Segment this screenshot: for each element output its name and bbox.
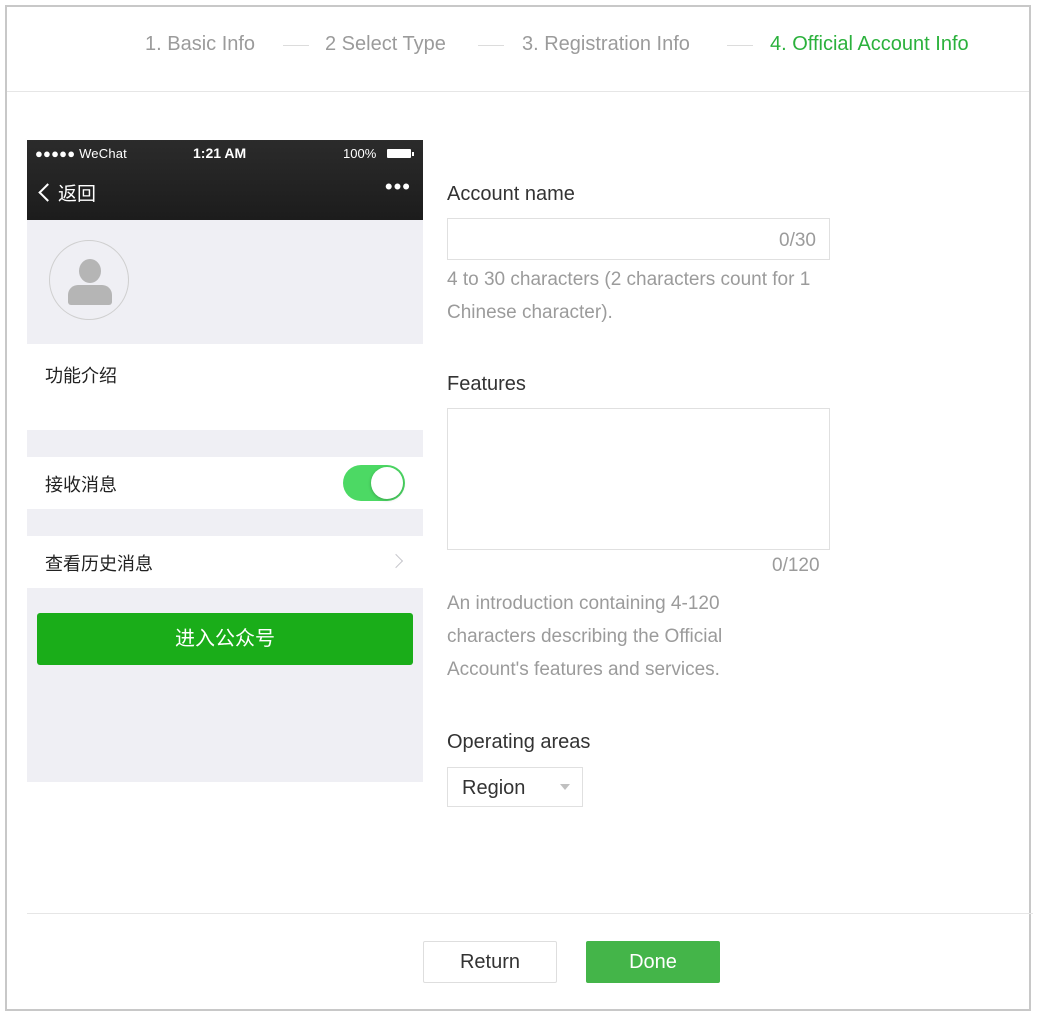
account-name-input[interactable]: 0/30 <box>447 218 830 260</box>
caret-down-icon <box>560 784 570 790</box>
features-counter: 0/120 <box>772 555 820 576</box>
features-label: Features <box>447 373 526 395</box>
intro-label: 功能介绍 <box>45 366 117 386</box>
footer-divider <box>27 913 1033 914</box>
chevron-right-icon <box>388 553 404 569</box>
chevron-left-icon <box>38 183 57 202</box>
history-messages-row: 查看历史消息 <box>27 536 423 588</box>
clock-label: 1:21 AM <box>193 145 247 161</box>
more-icon: ••• <box>384 174 411 199</box>
intro-block: 功能介绍 <box>27 344 423 430</box>
history-messages-label: 查看历史消息 <box>45 554 153 574</box>
avatar-placeholder-icon <box>49 240 129 320</box>
features-textarea[interactable] <box>447 408 830 550</box>
avatar-area <box>27 220 423 344</box>
account-name-hint: 4 to 30 characters (2 characters count f… <box>447 269 811 323</box>
operating-areas-label: Operating areas <box>447 731 591 753</box>
toggle-knob <box>371 467 403 499</box>
battery-label: 100% <box>343 146 377 161</box>
features-hint: An introduction containing 4-120 charact… <box>447 593 723 680</box>
enter-account-button: 进入公众号 <box>37 613 413 665</box>
carrier-label: ●●●●● WeChat <box>35 146 127 161</box>
step-separator <box>283 45 309 46</box>
phone-preview: ●●●●● WeChat 1:21 AM 100% 返回 ••• 功能介绍 接收… <box>27 140 423 782</box>
back-button: 返回 <box>37 179 96 206</box>
receive-messages-row: 接收消息 <box>27 457 423 509</box>
step-select-type: 2 Select Type <box>325 33 446 55</box>
phone-status-bar: ●●●●● WeChat 1:21 AM 100% 返回 ••• <box>27 140 423 220</box>
receive-messages-toggle <box>343 465 405 501</box>
receive-messages-label: 接收消息 <box>45 475 117 495</box>
step-basic-info: 1. Basic Info <box>145 33 256 55</box>
back-label: 返回 <box>58 184 97 205</box>
page-frame: 1. Basic Info 2 Select Type 3. Registrat… <box>5 5 1033 1011</box>
region-select-value: Region <box>462 777 526 799</box>
region-select[interactable]: Region <box>447 767 583 807</box>
return-button[interactable]: Return <box>423 941 557 983</box>
done-button[interactable]: Done <box>586 941 720 983</box>
account-name-counter: 0/30 <box>779 230 816 251</box>
account-info-form: Account name 0/30 4 to 30 characters (2 … <box>447 7 867 907</box>
account-name-label: Account name <box>447 183 575 205</box>
battery-icon <box>387 149 414 158</box>
